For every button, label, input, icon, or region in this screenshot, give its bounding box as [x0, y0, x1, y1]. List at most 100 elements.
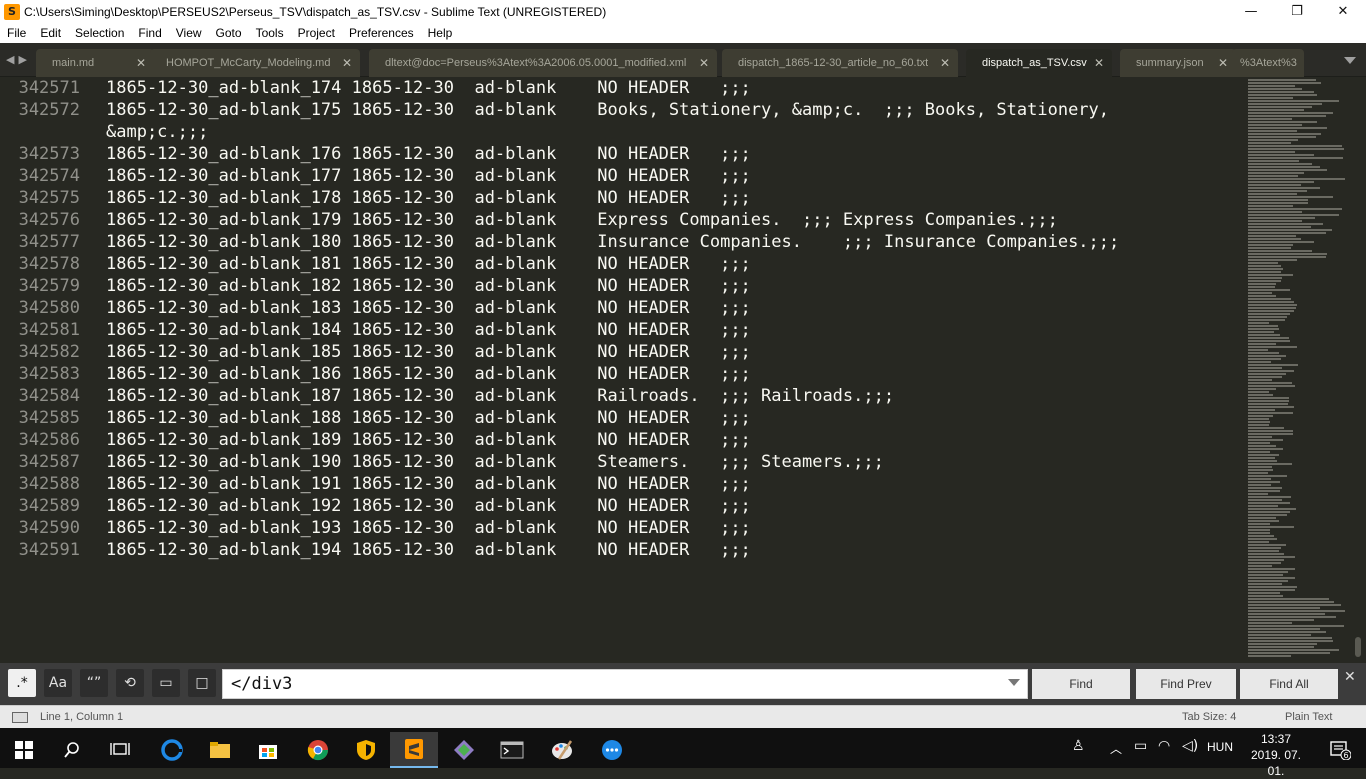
tab-summary-json[interactable]: summary.json ✕ [1120, 49, 1236, 77]
find-input[interactable]: </div3 [222, 669, 1028, 699]
battery-icon[interactable]: ▭ [1134, 738, 1147, 754]
minimap-line [1248, 277, 1282, 279]
case-sensitive-toggle-button[interactable]: Aa [44, 669, 72, 697]
minimap-line [1248, 163, 1312, 165]
syntax-indicator[interactable]: Plain Text [1285, 711, 1333, 723]
whole-word-toggle-button[interactable]: “” [80, 669, 108, 697]
minimap-line [1248, 367, 1282, 369]
tab-dispatch-tsv[interactable]: dispatch_as_TSV.csv ✕ [966, 49, 1112, 77]
tab-close-icon[interactable]: ✕ [1094, 56, 1104, 70]
code-line: 342582 1865-12-30_ad-blank_185 1865-12-30… [0, 341, 1246, 363]
tab-close-icon[interactable]: ✕ [1218, 56, 1228, 70]
menu-view[interactable]: View [169, 26, 209, 40]
taskbar-sublime-text[interactable] [390, 732, 438, 768]
minimap-line [1248, 232, 1326, 234]
code-line: 342574 1865-12-30_ad-blank_177 1865-12-30… [0, 165, 1246, 187]
taskbar-shield-app[interactable] [342, 732, 390, 768]
minimize-button[interactable]: — [1228, 0, 1274, 23]
start-button[interactable] [0, 732, 48, 768]
line-text: 1865-12-30_ad-blank_178 1865-12-30 ad-bl… [106, 188, 751, 208]
panel-toggle-icon[interactable] [12, 712, 28, 723]
minimap-line [1248, 487, 1282, 489]
wrap-toggle-button[interactable]: ⟲ [116, 669, 144, 697]
minimap-line [1248, 463, 1292, 465]
highlight-matches-toggle-button[interactable]: □ [188, 669, 216, 697]
paint-palette-icon [552, 740, 573, 760]
folder-icon [210, 742, 230, 758]
taskbar-store[interactable] [244, 732, 292, 768]
people-icon[interactable]: ♙ [1072, 738, 1085, 754]
input-language[interactable]: HUN [1207, 740, 1233, 754]
taskbar-file-explorer[interactable] [196, 732, 244, 768]
taskbar-terminal[interactable] [488, 732, 536, 768]
minimap-line [1248, 214, 1339, 216]
tab-close-icon[interactable]: ✕ [940, 56, 950, 70]
line-text: 1865-12-30_ad-blank_191 1865-12-30 ad-bl… [106, 474, 751, 494]
volume-icon[interactable]: ◁) [1182, 738, 1198, 754]
code-line: 342586 1865-12-30_ad-blank_189 1865-12-30… [0, 429, 1246, 451]
menu-file[interactable]: File [0, 26, 33, 40]
tab-close-icon[interactable]: ✕ [136, 56, 146, 70]
clock[interactable]: 13:37 2019. 07. 01. [1244, 731, 1308, 779]
minimap-line [1248, 118, 1292, 120]
menu-help[interactable]: Help [421, 26, 460, 40]
tab-list-dropdown-icon[interactable] [1344, 57, 1356, 64]
find-history-dropdown-icon[interactable] [1008, 679, 1020, 686]
tab-main-md[interactable]: main.md ✕ [36, 49, 154, 77]
code-line: 342589 1865-12-30_ad-blank_192 1865-12-30… [0, 495, 1246, 517]
window-title: C:\Users\Siming\Desktop\PERSEUS2\Perseus… [24, 4, 607, 19]
minimap-line [1248, 535, 1274, 537]
minimap-line [1248, 328, 1279, 330]
minimap-line [1248, 85, 1295, 87]
tab-close-icon[interactable]: ✕ [342, 56, 352, 70]
minimap-line [1248, 223, 1323, 225]
vertical-scrollbar[interactable] [1352, 77, 1366, 663]
menu-selection[interactable]: Selection [68, 26, 131, 40]
in-selection-toggle-button[interactable]: ▭ [152, 669, 180, 697]
taskbar-edge[interactable] [148, 732, 196, 768]
tab-close-icon[interactable]: ✕ [699, 56, 709, 70]
minimap[interactable] [1246, 77, 1352, 663]
tab-overflow-partial[interactable]: %3Atext%3 [1232, 49, 1304, 77]
minimap-line [1248, 334, 1280, 336]
menu-tools[interactable]: Tools [249, 26, 291, 40]
menu-project[interactable]: Project [291, 26, 342, 40]
find-prev-button[interactable]: Find Prev [1136, 669, 1236, 699]
find-all-button[interactable]: Find All [1240, 669, 1338, 699]
minimap-line [1248, 82, 1321, 84]
minimap-line [1248, 373, 1286, 375]
sublime-app-icon: S [4, 3, 20, 20]
taskbar-paint[interactable] [538, 732, 586, 768]
menu-edit[interactable]: Edit [33, 26, 68, 40]
scrollbar-thumb[interactable] [1355, 637, 1361, 657]
editor-area[interactable]: 342571 1865-12-30_ad-blank_174 1865-12-30… [0, 77, 1246, 663]
minimap-line [1248, 631, 1326, 633]
tab-label: dispatch_as_TSV.csv [982, 57, 1087, 69]
close-find-panel-icon[interactable]: ✕ [1344, 669, 1356, 685]
tab-dltext-xml[interactable]: dltext@doc=Perseus%3Atext%3A2006.05.0001… [369, 49, 717, 77]
tab-dispatch-article[interactable]: dispatch_1865-12-30_article_no_60.txt ✕ [722, 49, 958, 77]
menu-goto[interactable]: Goto [209, 26, 249, 40]
tab-hompot-modeling[interactable]: HOMPOT_McCarty_Modeling.md ✕ [150, 49, 360, 77]
task-view-button[interactable] [96, 732, 144, 768]
taskbar-git[interactable] [440, 732, 488, 768]
code-line: 342578 1865-12-30_ad-blank_181 1865-12-30… [0, 253, 1246, 275]
tray-expand-icon[interactable]: ︿ [1110, 740, 1122, 757]
tab-nav-arrows-icon[interactable]: ◀▶ [6, 53, 31, 66]
minimap-line [1248, 259, 1297, 261]
menu-preferences[interactable]: Preferences [342, 26, 421, 40]
tab-size-indicator[interactable]: Tab Size: 4 [1182, 711, 1236, 723]
taskbar-chat-app[interactable] [588, 732, 636, 768]
restore-button[interactable]: ❐ [1274, 0, 1320, 23]
close-window-button[interactable]: ✕ [1320, 0, 1366, 23]
regex-toggle-button[interactable]: .* [8, 669, 36, 697]
menu-find[interactable]: Find [131, 26, 168, 40]
action-center-button[interactable]: 6 [1316, 732, 1364, 768]
minimap-line [1248, 238, 1301, 240]
wifi-icon[interactable]: ◠ [1158, 738, 1170, 754]
minimap-line [1248, 166, 1320, 168]
line-text: 1865-12-30_ad-blank_194 1865-12-30 ad-bl… [106, 540, 751, 560]
search-button[interactable] [48, 732, 96, 768]
find-button[interactable]: Find [1032, 669, 1130, 699]
taskbar-chrome[interactable] [294, 732, 342, 768]
